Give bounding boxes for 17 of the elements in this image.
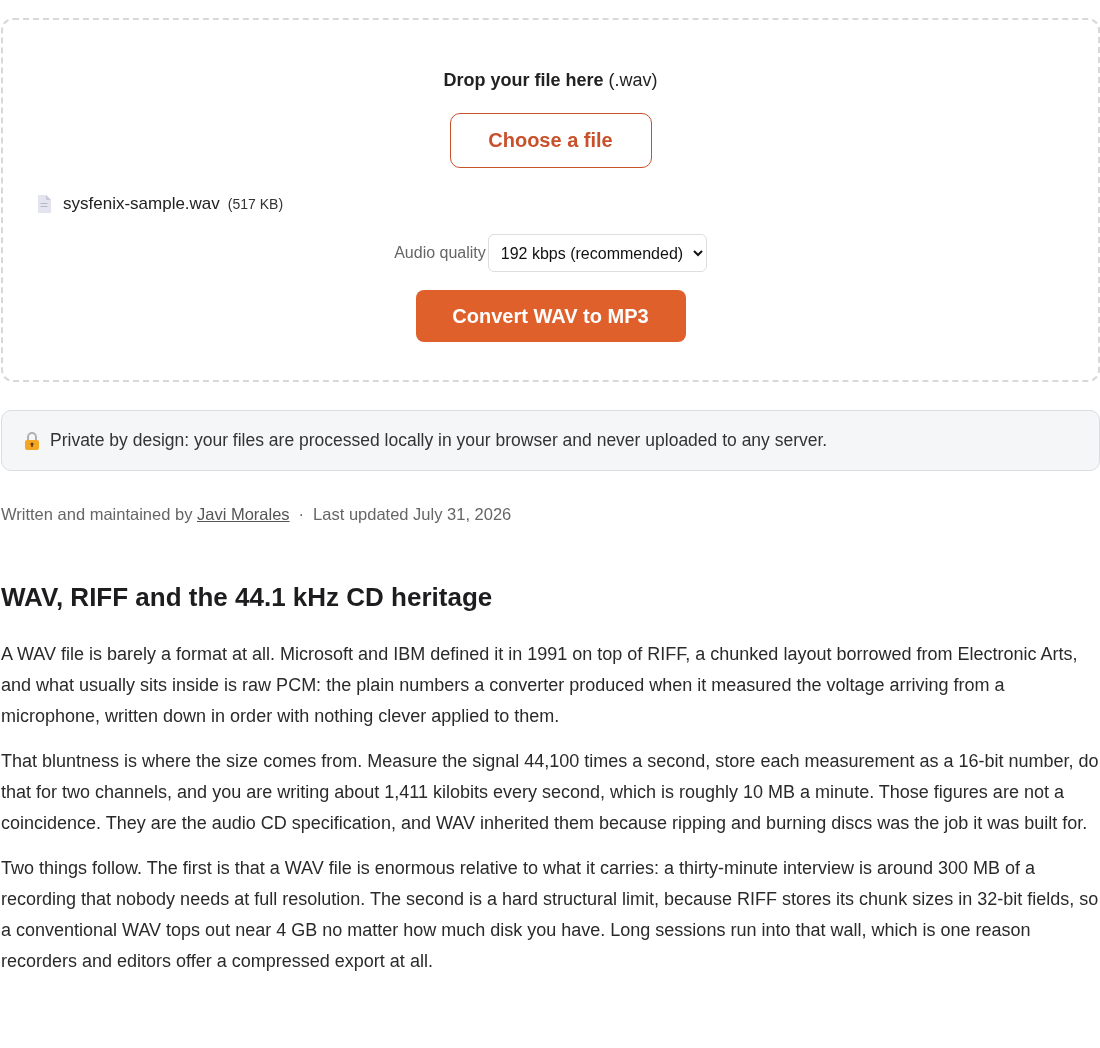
article-heading: WAV, RIFF and the 44.1 kHz CD heritage	[1, 582, 494, 613]
drop-zone[interactable]: Drop your file here (.wav) Choose a file sysfenix-sample.wav (517 KB) Audio quality 192 kbps (recommended) Convert WAV to MP3	[1, 18, 1100, 382]
article-paragraph: A WAV file is barely a format at all. Microsoft and IBM defined it in 1991 on top of RIFF, a chunked layout borrowed from Electronic Arts, and what usually sits inside is raw PCM: the plain numbers a converter produced when it measured the voltage arriving from a microphone, written down in order with nothing clever applied to them.	[1, 643, 1079, 728]
file-name: sysfenix-sample.wav	[63, 194, 220, 214]
privacy-text: Private by design: your files are processed locally in your browser and never uploaded to any server.	[50, 430, 828, 451]
file-size: (517 KB)	[227, 196, 284, 212]
article-paragraph: Two things follow. The first is that a WAV file is enormous relative to what it carries: a thirty-minute interview is around 300 MB of a recording that nobody needs at full resolution. The second is a hard structural limit, because RIFF stores its chunk sizes in 32-bit fields, so a conventional WAV tops out near 4 GB no matter how much disk you have. Long sessions run into that wall, which is one reason recorders and editors offer a compressed export at all.	[1, 857, 1100, 973]
audio-quality-label: Audio quality	[394, 244, 486, 262]
file-icon	[37, 195, 51, 213]
article-paragraph: That bluntness is where the size comes from. Measure the signal 44,100 times a second, store each measurement as a 16-bit number, do that for two channels, and you are writing about 1,411 kilobits every second, which is roughly 10 MB a minute. Those figures are not a coincidence. They are the audio CD specification, and WAV inherited them because ripping and burning discs was the job it was built for.	[1, 750, 1100, 835]
convert-button[interactable]: Convert WAV to MP3	[415, 290, 686, 342]
audio-quality-select[interactable]: 192 kbps (recommended)	[487, 234, 707, 272]
byline: Written and maintained by Javi Morales · Last updated July 31, 2026	[1, 505, 513, 524]
author-link[interactable]: Javi Morales	[197, 505, 290, 523]
lock-icon	[24, 431, 40, 450]
choose-file-button[interactable]: Choose a file	[449, 113, 652, 168]
drop-prompt: Drop your file here (.wav)	[443, 70, 658, 91]
